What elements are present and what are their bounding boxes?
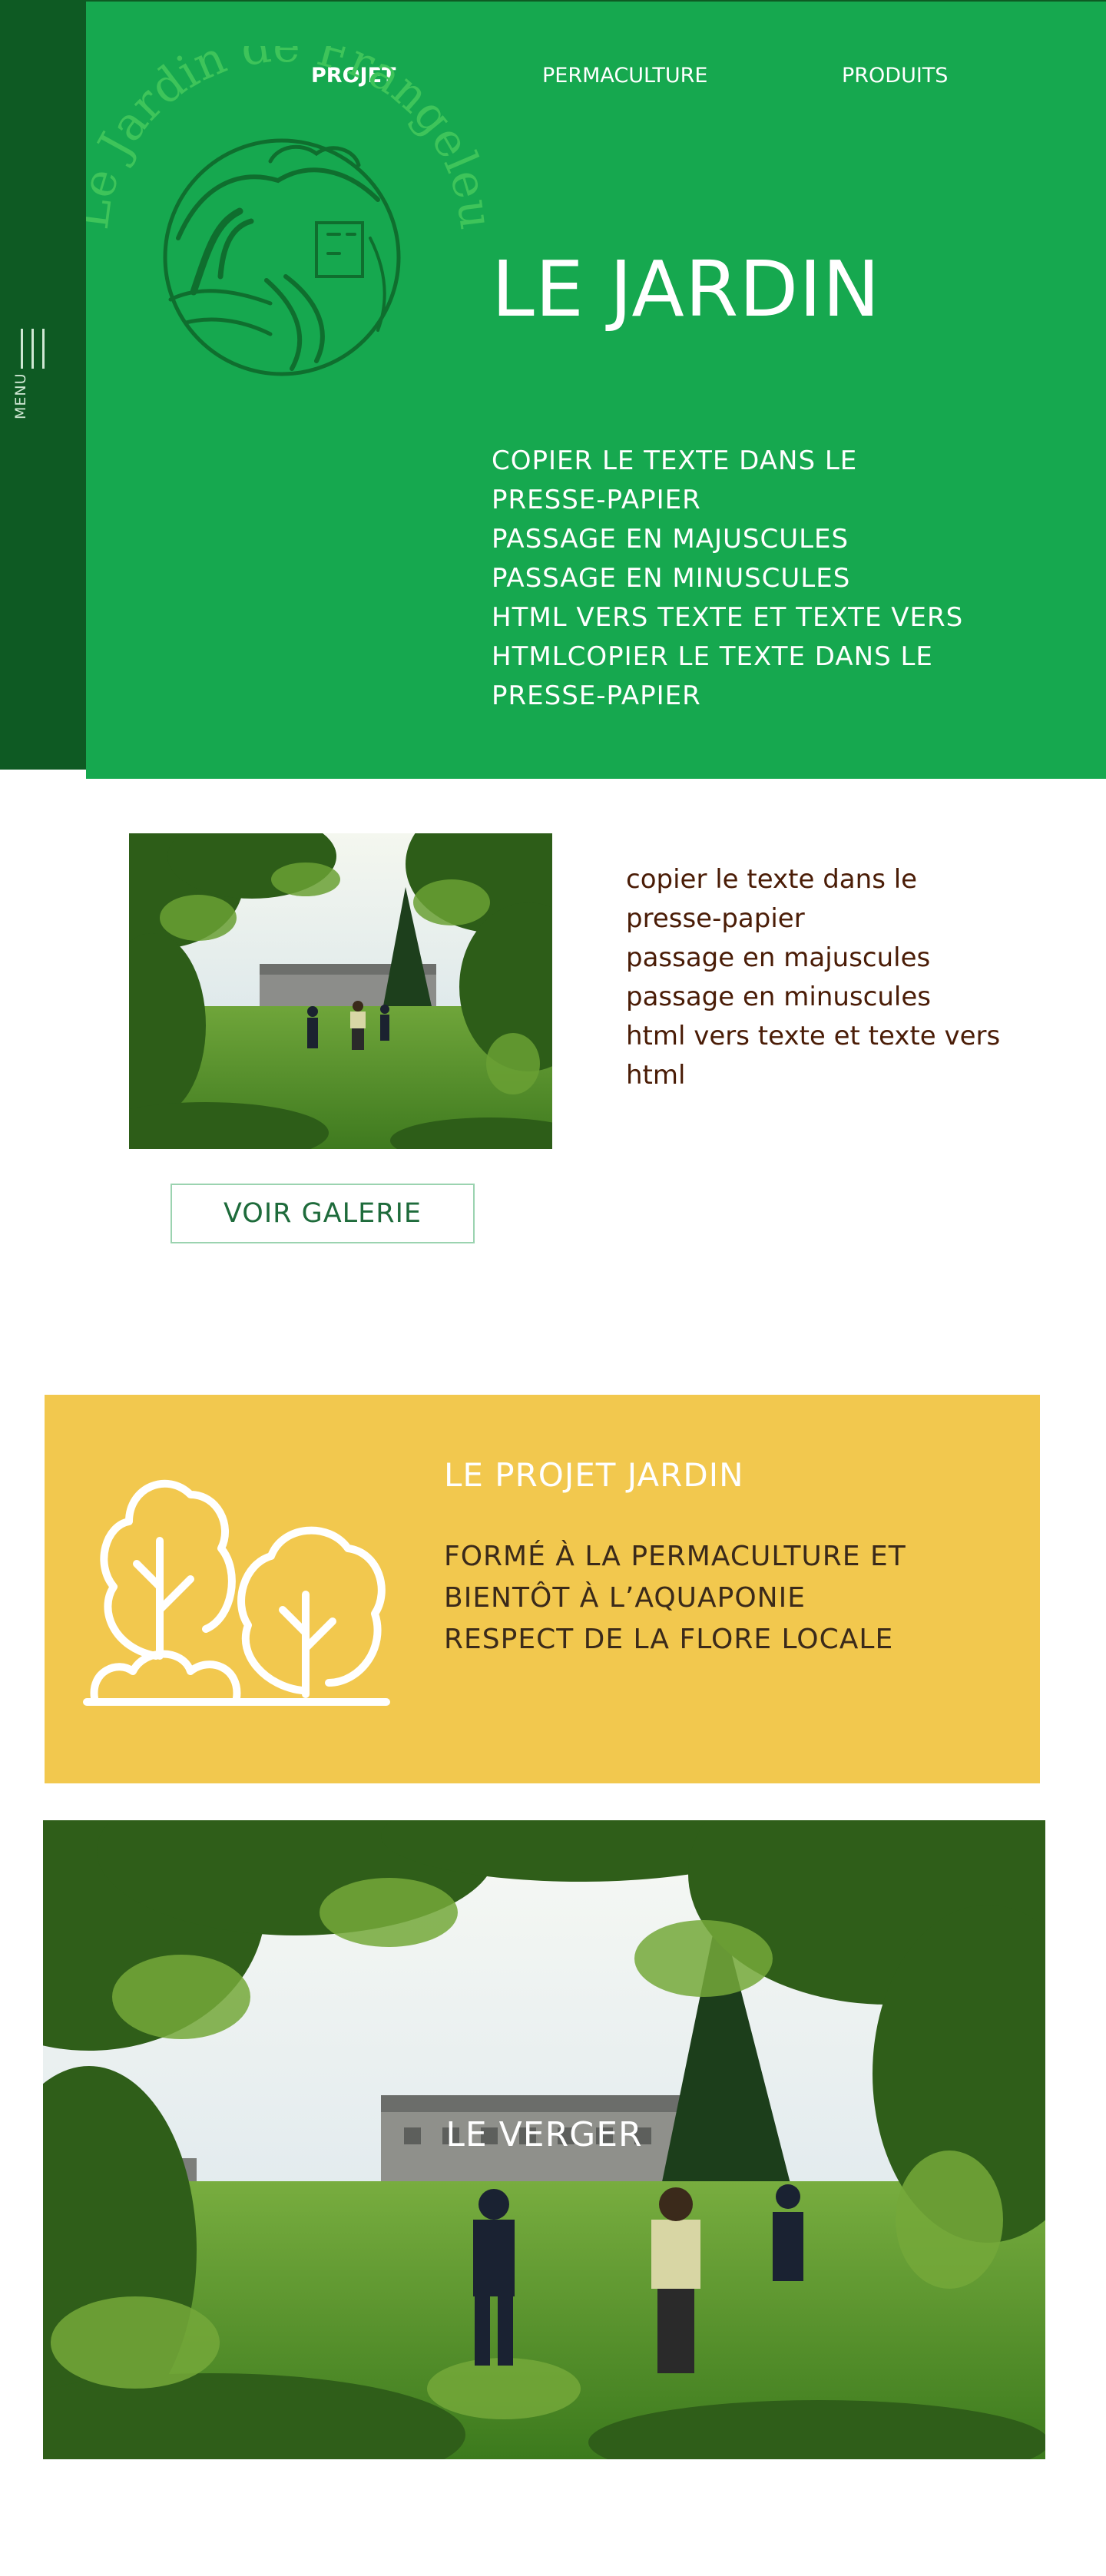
hero-line: COPIER LE TEXTE DANS LE [492, 445, 858, 476]
hero-text: COPIER LE TEXTE DANS LE PRESSE-PAPIER PA… [492, 442, 1029, 716]
orchard-label: LE VERGER [445, 2115, 643, 2154]
hero-line: PRESSE-PAPIER [492, 680, 701, 711]
hero-line: PASSAGE EN MINUSCULES [492, 563, 851, 594]
page-title: LE JARDIN [492, 244, 881, 334]
orchard-banner[interactable]: LE VERGER [43, 1820, 1045, 2459]
card-line: RESPECT DE LA FLORE LOCALE [444, 1624, 894, 1655]
intro-line: copier le texte dans le [626, 864, 918, 895]
hero-line: PASSAGE EN MAJUSCULES [492, 524, 849, 555]
hero-line: PRESSE-PAPIER [492, 485, 701, 515]
intro-text: copier le texte dans le presse-papier pa… [626, 860, 1071, 1095]
intro-line: html [626, 1060, 686, 1091]
intro-line: passage en majuscules [626, 942, 931, 973]
nav-item-permaculture[interactable]: PERMACULTURE [542, 64, 707, 88]
intro-line: passage en minuscules [626, 982, 931, 1012]
menu-label[interactable]: MENU [12, 372, 29, 419]
intro-line: html vers texte et texte vers [626, 1021, 1001, 1051]
menu-icon[interactable] [21, 329, 47, 369]
trees-icon [83, 1479, 390, 1706]
project-card: LE PROJET JARDIN FORMÉ À LA PERMACULTURE… [45, 1395, 1040, 1783]
hero-line: HTMLCOPIER LE TEXTE DANS LE [492, 641, 933, 672]
intro-line: presse-papier [626, 903, 805, 934]
card-line: FORMÉ À LA PERMACULTURE ET [444, 1541, 906, 1572]
hero-line: HTML VERS TEXTE ET TEXTE VERS [492, 602, 964, 633]
card-text: FORMÉ À LA PERMACULTURE ET BIENTÔT À L’A… [444, 1536, 1012, 1660]
view-gallery-button[interactable]: VOIR GALERIE [171, 1184, 475, 1243]
card-title: LE PROJET JARDIN [444, 1456, 744, 1494]
card-line: BIENTÔT À L’AQUAPONIE [444, 1582, 806, 1614]
nav-item-produits[interactable]: PRODUITS [842, 64, 948, 88]
site-logo[interactable]: Le Jardin de Frangeleu [86, 46, 485, 399]
sidebar: MENU [0, 0, 86, 770]
garden-emblem-icon [163, 138, 401, 376]
garden-photo [129, 833, 552, 1149]
